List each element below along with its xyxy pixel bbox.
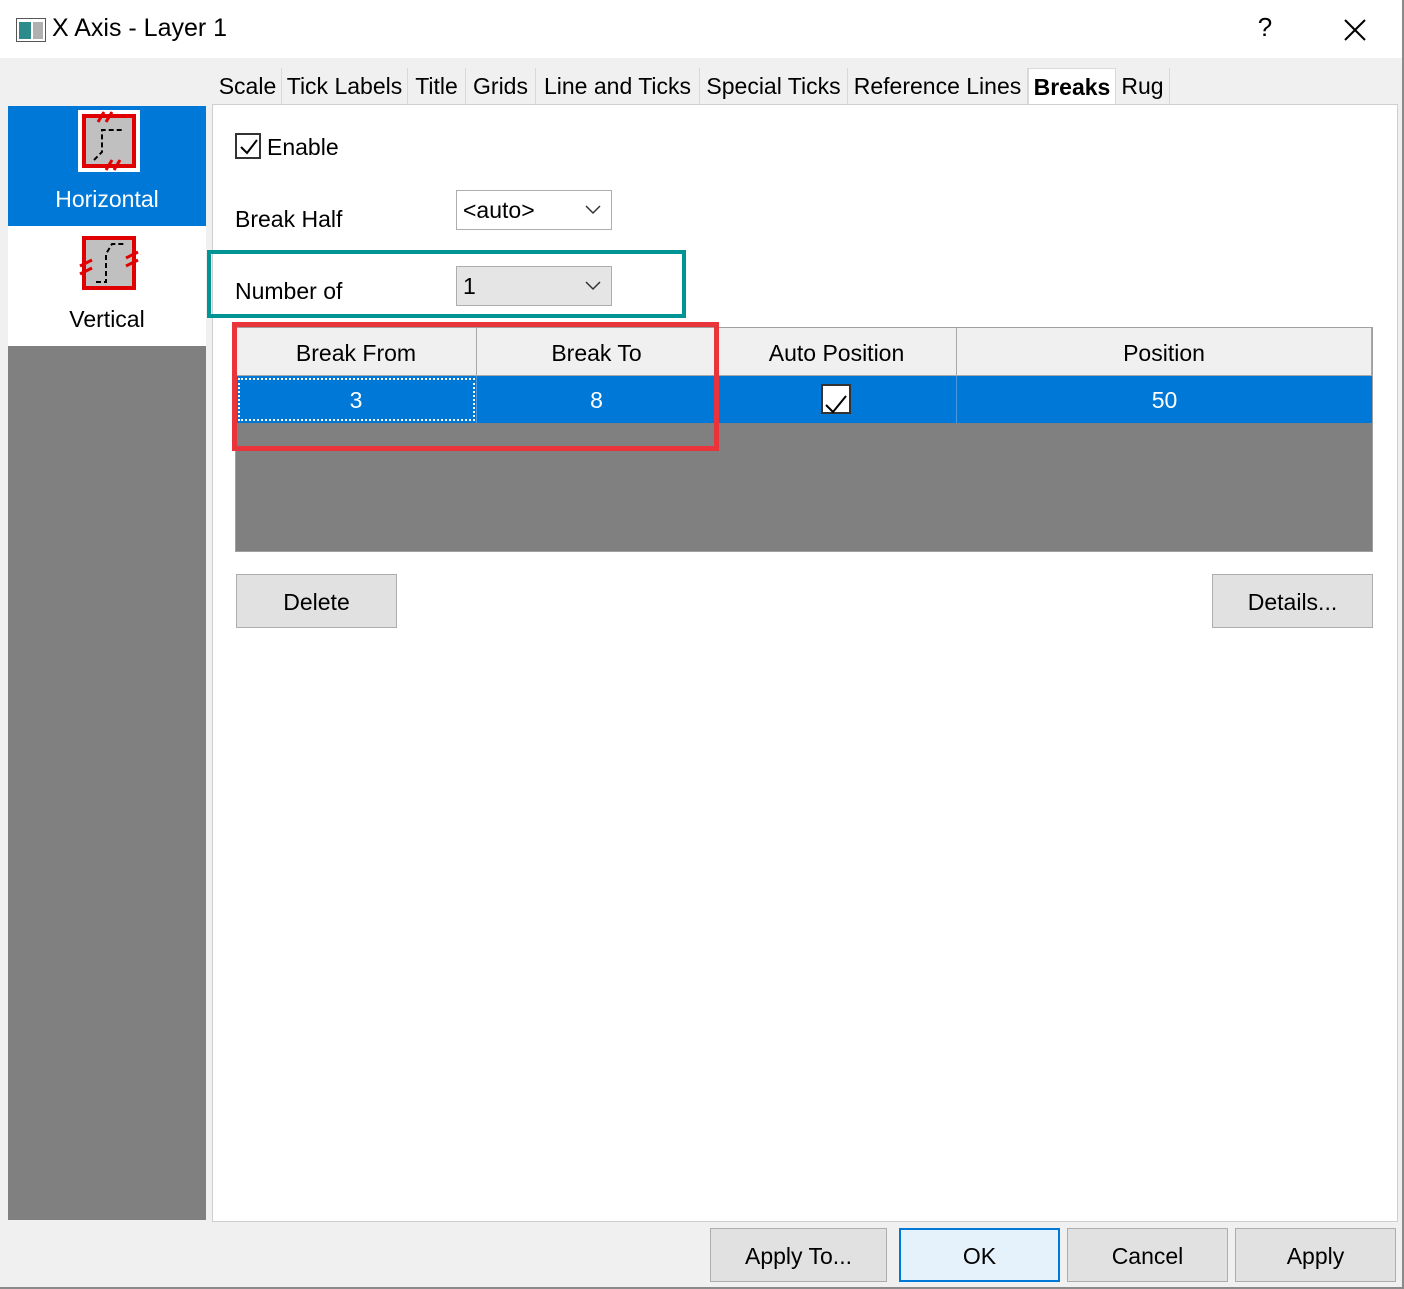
tab-scale[interactable]: Scale bbox=[214, 68, 282, 104]
break-half-label: Break Half bbox=[235, 206, 343, 232]
chevron-down-icon bbox=[585, 205, 601, 215]
break-type-list: Horizontal Vertical bbox=[8, 106, 206, 1220]
number-of-highlight-box bbox=[207, 250, 686, 318]
title-bar: X Axis - Layer 1 ? bbox=[0, 0, 1404, 58]
checkmark-icon bbox=[825, 395, 847, 414]
sidebar-item-vertical[interactable]: Vertical bbox=[8, 226, 206, 346]
cancel-button[interactable]: Cancel bbox=[1067, 1228, 1228, 1282]
tab-title[interactable]: Title bbox=[408, 68, 466, 104]
enable-label: Enable bbox=[267, 134, 339, 160]
auto-position-checkbox[interactable] bbox=[821, 384, 851, 414]
column-header-position[interactable]: Position bbox=[957, 328, 1372, 376]
window-title: X Axis - Layer 1 bbox=[52, 14, 228, 42]
break-range-highlight-box bbox=[232, 322, 719, 451]
apply-button[interactable]: Apply bbox=[1235, 1228, 1396, 1282]
help-button[interactable]: ? bbox=[1240, 12, 1290, 48]
apply-to-button[interactable]: Apply To... bbox=[710, 1228, 887, 1282]
sidebar-item-label: Vertical bbox=[69, 306, 145, 332]
column-header-auto-position[interactable]: Auto Position bbox=[717, 328, 957, 376]
tab-rug[interactable]: Rug bbox=[1116, 68, 1170, 104]
checkmark-icon bbox=[240, 139, 258, 155]
horizontal-break-icon bbox=[78, 110, 140, 172]
vertical-break-icon bbox=[79, 236, 139, 290]
sidebar-item-label: Horizontal bbox=[55, 186, 159, 212]
enable-checkbox[interactable] bbox=[235, 133, 261, 159]
close-icon bbox=[1344, 19, 1366, 41]
position-cell[interactable]: 50 bbox=[957, 376, 1372, 423]
break-half-value: <auto> bbox=[463, 197, 535, 223]
worksheet-icon bbox=[16, 18, 46, 42]
break-half-dropdown[interactable]: <auto> bbox=[456, 190, 612, 230]
auto-position-cell[interactable] bbox=[717, 376, 957, 423]
tab-reference-lines[interactable]: Reference Lines bbox=[848, 68, 1028, 104]
tab-line-and-ticks[interactable]: Line and Ticks bbox=[536, 68, 700, 104]
close-button[interactable] bbox=[1330, 10, 1380, 50]
sidebar-item-horizontal[interactable]: Horizontal bbox=[8, 106, 206, 226]
ok-button[interactable]: OK bbox=[899, 1228, 1060, 1282]
delete-button[interactable]: Delete bbox=[236, 574, 397, 628]
details-button[interactable]: Details... bbox=[1212, 574, 1373, 628]
tab-grids[interactable]: Grids bbox=[466, 68, 536, 104]
tab-breaks[interactable]: Breaks bbox=[1028, 68, 1116, 106]
tab-tick-labels[interactable]: Tick Labels bbox=[282, 68, 408, 104]
tab-special-ticks[interactable]: Special Ticks bbox=[700, 68, 848, 104]
